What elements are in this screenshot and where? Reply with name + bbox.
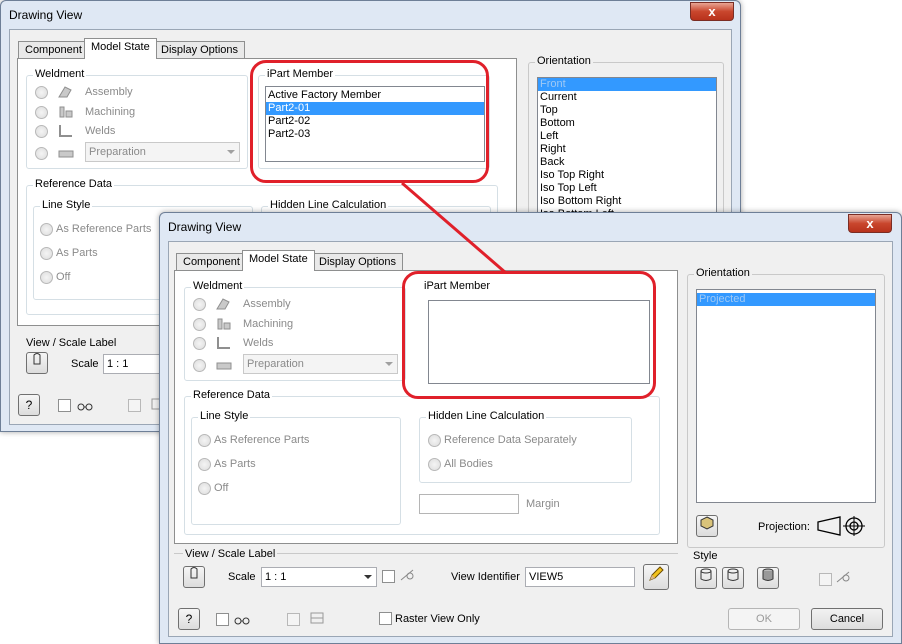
back-tab-model-state[interactable]: Model State <box>84 38 157 59</box>
highlight-connector-arrow <box>401 181 507 275</box>
front-tab-model-state[interactable]: Model State <box>242 250 315 271</box>
